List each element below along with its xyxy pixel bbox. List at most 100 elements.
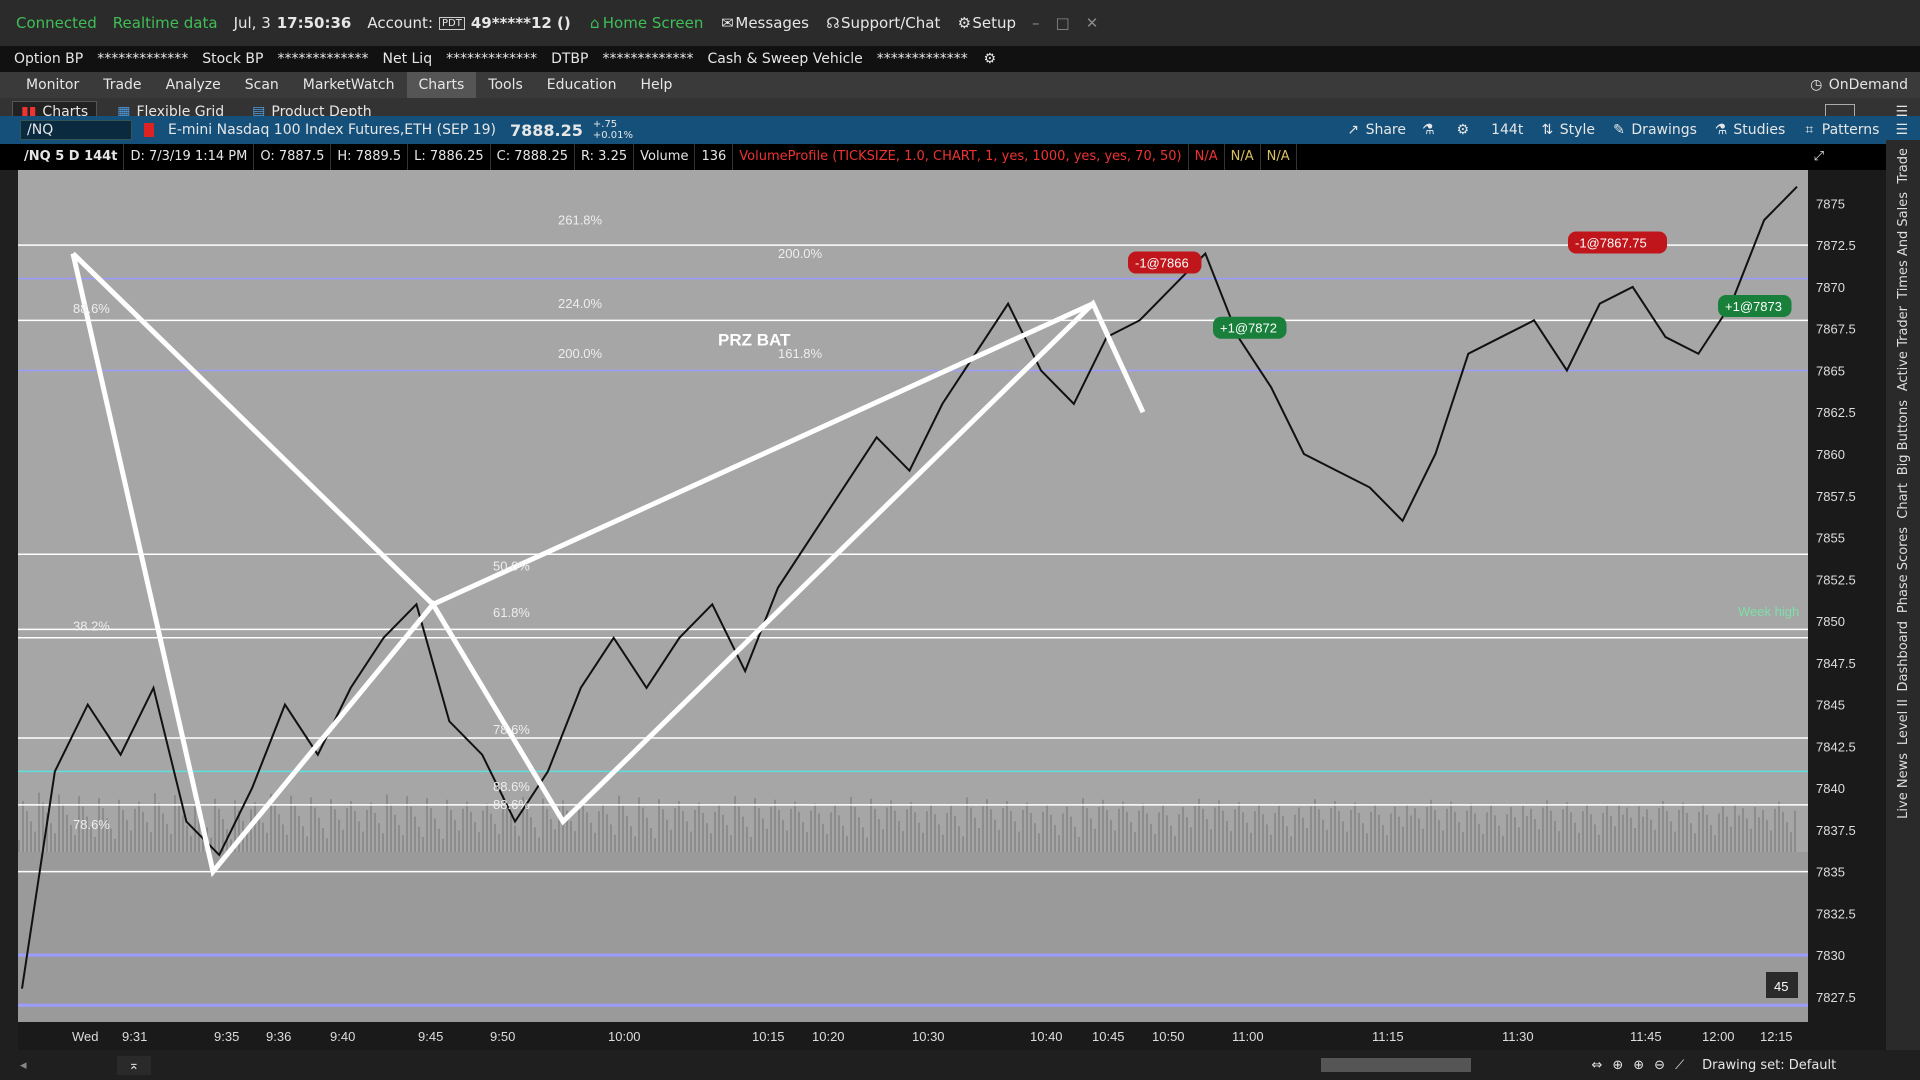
price-axis[interactable]: 7875 7872.5 7870 7867.5 7865 7862.5 7860 7857.5… [1808, 170, 1886, 1022]
x-tick-label: 11:00 [1232, 1029, 1264, 1044]
harmonic-pattern-xb [71, 251, 435, 607]
messages-button[interactable]: ✉ Messages [719, 14, 809, 32]
y-tick-label: 7857.5 [1816, 489, 1856, 504]
setup-button[interactable]: ⚙Setup [956, 14, 1016, 32]
main-menu: Monitor Trade Analyze Scan MarketWatch C… [0, 72, 1920, 98]
chart-canvas[interactable]: 261.8%200.0%224.0%200.0% 161.8%88.6%50.0%… [18, 170, 1808, 1022]
y-tick-label: 7872.5 [1816, 238, 1856, 253]
stock-bp-label: Stock BP [202, 51, 264, 67]
menu-education[interactable]: Education [535, 72, 629, 98]
connection-status: Connected [16, 14, 97, 32]
home-screen-button[interactable]: ⌂ Home Screen [587, 14, 703, 32]
status-time: 17:50:36 [276, 14, 352, 32]
x-tick-label: 12:00 [1702, 1029, 1735, 1044]
y-tick-label: 7852.5 [1816, 572, 1856, 587]
crosshair-icon[interactable]: ⊕ [1612, 1058, 1623, 1073]
pencil-icon: ✎ [1613, 122, 1625, 138]
share-button[interactable]: ↗ Share [1345, 122, 1406, 138]
account-selector[interactable]: 49*****12 () [471, 14, 571, 32]
chart-info-bar: /NQ 5 D 144t D: 7/3/19 1:14 PM O: 7887.5… [0, 144, 1920, 170]
side-tab-big-buttons[interactable]: Big Buttons [1896, 400, 1911, 475]
cash-label: Cash & Sweep Vehicle [707, 51, 863, 67]
net-liq-value: ************* [446, 51, 538, 67]
support-chat-button[interactable]: ☊Support/Chat [825, 14, 940, 32]
side-tab-trade[interactable]: Trade [1896, 148, 1911, 184]
draw-line-icon[interactable]: ⟋ [1675, 1058, 1684, 1073]
y-tick-label: 7845 [1816, 698, 1845, 713]
horizontal-scrollbar[interactable] [1321, 1058, 1472, 1072]
x-tick-label: 9:50 [490, 1029, 515, 1044]
info-high: H: 7889.5 [331, 144, 409, 170]
aggregation-selector[interactable]: 144t [1491, 122, 1523, 138]
maximize-button[interactable]: □ [1056, 14, 1070, 32]
link-color-icon[interactable] [144, 123, 154, 137]
x-tick-label: 10:20 [812, 1029, 845, 1044]
info-na-3: N/A [1261, 144, 1297, 170]
style-button[interactable]: ⇅ Style [1539, 122, 1595, 138]
flask-icon[interactable]: ⚗ [1422, 122, 1435, 138]
y-tick-label: 7865 [1816, 363, 1845, 378]
menu-scan[interactable]: Scan [233, 72, 291, 98]
time-axis[interactable]: Wed 9:31 9:35 9:36 9:40 9:45 9:50 10:00 10:15 10:… [18, 1022, 1886, 1050]
pdt-badge: PDT [439, 16, 465, 30]
menu-lines-icon[interactable]: ☰ [1895, 122, 1908, 138]
trade-marker-label: -1@7866 [1135, 256, 1189, 271]
fib-label: 200.0% [778, 246, 823, 261]
zoom-in-icon[interactable]: ⊕ [1633, 1058, 1644, 1073]
menu-tools[interactable]: Tools [476, 72, 535, 98]
info-range: R: 3.25 [575, 144, 635, 170]
info-date: D: 7/3/19 1:14 PM [124, 144, 255, 170]
clock-icon: ◷ [1810, 77, 1823, 93]
cash-value: ************* [876, 51, 968, 67]
side-tab-times-and-sales[interactable]: Times And Sales [1896, 192, 1911, 299]
scroll-left-icon[interactable]: ◂ [20, 1058, 27, 1073]
x-tick-label: 9:31 [122, 1029, 147, 1044]
realtime-status[interactable]: Realtime data [113, 14, 218, 32]
patterns-button[interactable]: ⌗ Patterns [1801, 122, 1879, 138]
menu-trade[interactable]: Trade [91, 72, 153, 98]
volume-profile-study[interactable]: VolumeProfile (TICKSIZE, 1.0, CHART, 1, … [733, 144, 1189, 170]
gear-icon: ⚙ [957, 14, 972, 32]
minimize-button[interactable]: – [1032, 14, 1040, 32]
settings-gear-icon[interactable]: ⚙ [982, 51, 998, 67]
week-high-label: Week high [1738, 604, 1799, 619]
last-price: 7888.25 [510, 120, 583, 140]
info-na-2: N/A [1225, 144, 1261, 170]
corner-badge-label: 45 [1774, 979, 1788, 994]
side-tab-chart[interactable]: Chart [1896, 483, 1911, 519]
side-tab-dashboard[interactable]: Dashboard [1896, 621, 1911, 692]
y-tick-label: 7875 [1816, 196, 1845, 211]
ondemand-button[interactable]: ◷ OnDemand [1808, 77, 1908, 93]
zoom-out-icon[interactable]: ⊖ [1654, 1058, 1665, 1073]
side-tab-level-ii[interactable]: Level II [1896, 699, 1911, 745]
info-head: /NQ 5 D 144t [18, 144, 125, 170]
menu-marketwatch[interactable]: MarketWatch [291, 72, 407, 98]
dtbp-value: ************* [602, 51, 694, 67]
pan-icon[interactable]: ⇔ [1591, 1058, 1602, 1073]
drawing-set-label[interactable]: Drawing set: Default [1702, 1058, 1836, 1073]
harmonic-pattern-line [70, 252, 1146, 878]
menu-analyze[interactable]: Analyze [154, 72, 233, 98]
menu-charts[interactable]: Charts [406, 72, 477, 98]
chart-settings-icon[interactable]: ⚙ [1457, 122, 1470, 138]
drawings-button[interactable]: ✎ Drawings [1611, 122, 1697, 138]
side-tab-active-trader[interactable]: Active Trader [1896, 306, 1911, 391]
close-button[interactable]: ✕ [1086, 14, 1099, 32]
y-tick-label: 7867.5 [1816, 322, 1856, 337]
x-tick-label: 10:30 [912, 1029, 945, 1044]
collapse-icon[interactable]: ⤢ [1808, 144, 1830, 170]
info-low: L: 7886.25 [408, 144, 491, 170]
y-tick-label: 7860 [1816, 447, 1845, 462]
price-chart[interactable]: 261.8% 200.0% 224.0% 200.0% 161.8% 88.6% 50.0%… [18, 170, 1808, 1022]
fib-label: 50.0% [493, 558, 530, 573]
symbol-input[interactable]: /NQ [20, 120, 132, 140]
studies-button[interactable]: ⚗ Studies [1713, 122, 1786, 138]
side-tab-phase-scores[interactable]: Phase Scores [1896, 527, 1911, 613]
menu-monitor[interactable]: Monitor [14, 72, 91, 98]
side-tab-live-news[interactable]: Live News [1896, 753, 1911, 819]
x-tick-label: 9:36 [266, 1029, 291, 1044]
menu-help[interactable]: Help [628, 72, 684, 98]
account-label: Account: [367, 14, 433, 32]
expand-panel-icon[interactable]: ⌅ [116, 1055, 152, 1075]
x-tick-label: 9:45 [418, 1029, 443, 1044]
